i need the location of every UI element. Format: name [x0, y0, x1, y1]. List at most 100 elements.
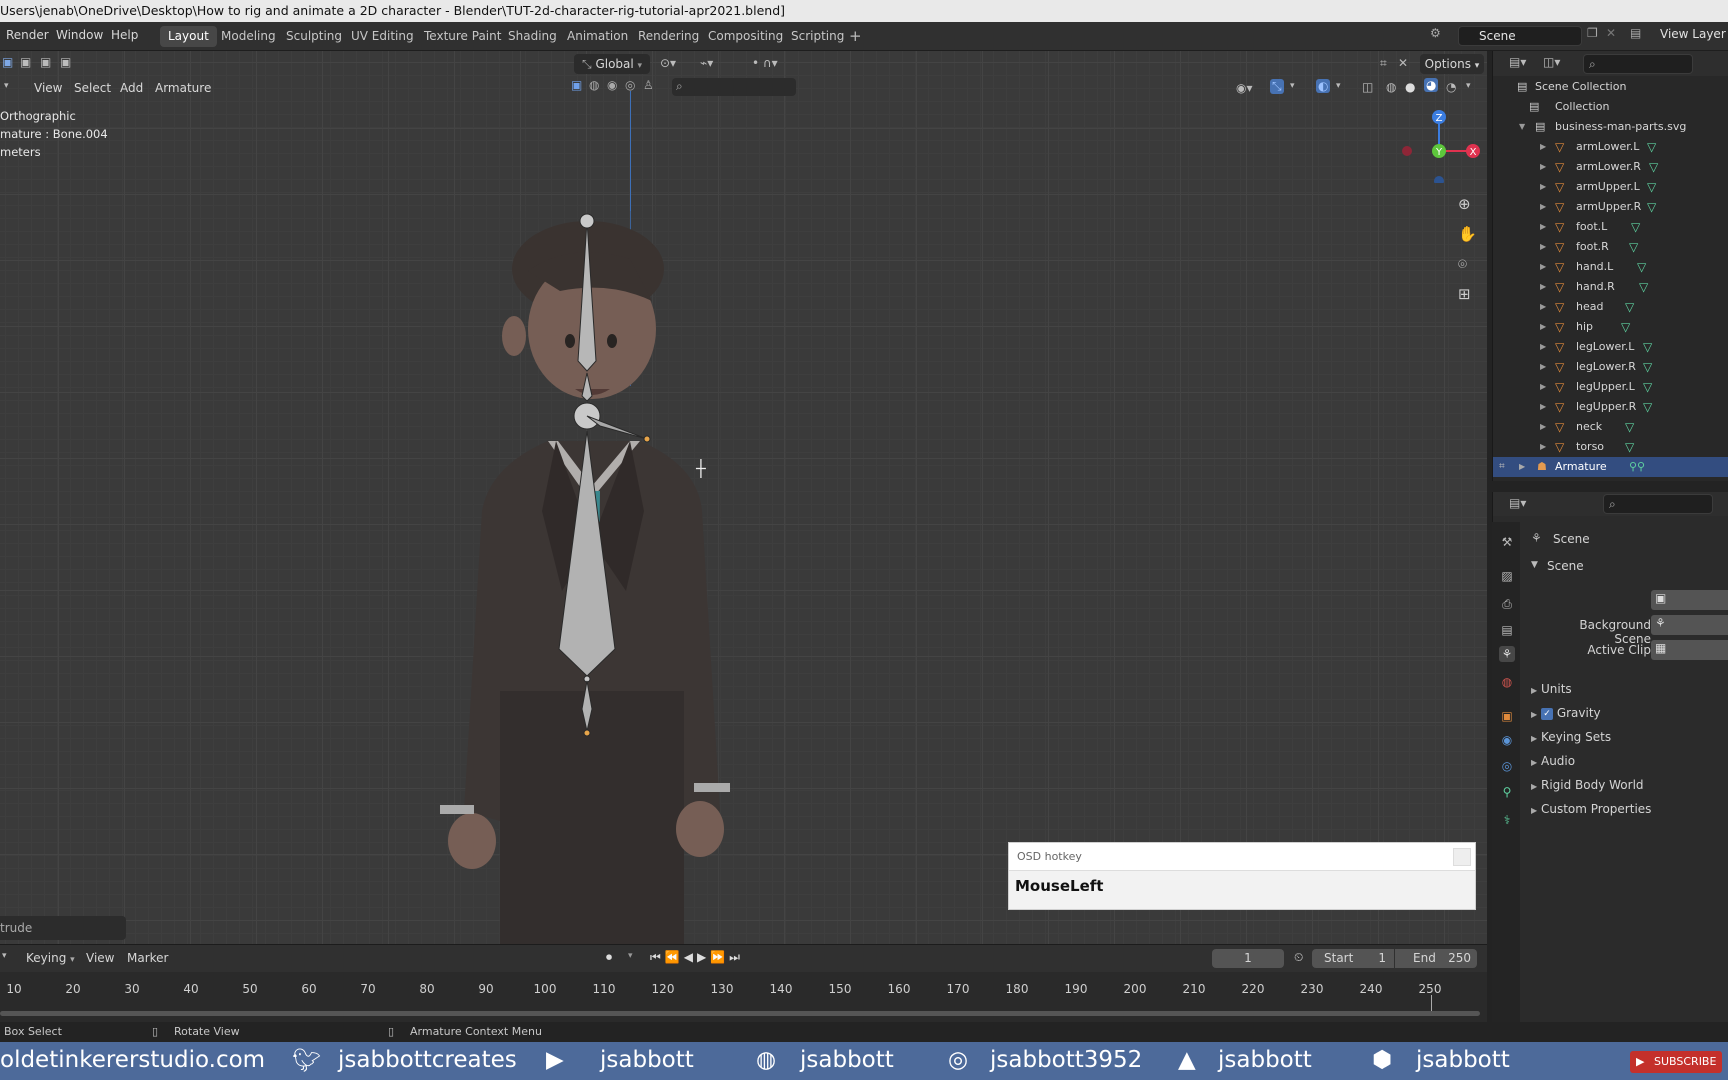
output-tab-icon[interactable]: ⎙: [1499, 596, 1515, 612]
outliner-scene-collection[interactable]: ▤ Scene Collection: [1493, 77, 1728, 97]
expand-icon[interactable]: ▶: [1540, 297, 1546, 317]
properties-editor[interactable]: ▤▾ ⌕ ⚘ Scene ▼ Scene Camera ▣ Background…: [1492, 492, 1728, 1022]
navigation-gizmo[interactable]: Z X Y: [1395, 103, 1485, 183]
frame-ruler[interactable]: 10 20 30 40 50 60 70 80 90 100 110 120 130 140 150 160 1…: [0, 945, 1487, 1005]
menu-window[interactable]: Window: [56, 28, 103, 42]
camera-field[interactable]: ▣: [1651, 590, 1728, 610]
visibility-icon[interactable]: ◉▾: [1236, 81, 1253, 95]
view-layer-label[interactable]: View Layer: [1660, 27, 1726, 41]
outliner-svg-collection[interactable]: ▼ ▤ business-man-parts.svg: [1493, 117, 1728, 137]
object-tab-icon[interactable]: ▣: [1499, 708, 1515, 724]
panel-gravity[interactable]: ▶ ✓ Gravity: [1531, 706, 1601, 720]
panel-keying-sets[interactable]: ▶ Keying Sets: [1531, 730, 1611, 744]
expand-icon[interactable]: ▶: [1540, 137, 1546, 157]
menu-view[interactable]: View: [34, 81, 62, 95]
panel-rigid-body-world[interactable]: ▶ Rigid Body World: [1531, 778, 1644, 792]
outliner-item-head[interactable]: ▶ ▽ head ▽: [1493, 297, 1728, 317]
last-operator-panel[interactable]: trude: [0, 916, 126, 940]
new-scene-icon[interactable]: ❐: [1587, 26, 1598, 40]
menu-select[interactable]: Select: [74, 81, 111, 95]
bone-joint[interactable]: [579, 213, 595, 229]
editor-type-icon[interactable]: ▤▾: [1509, 496, 1526, 510]
outliner-item-neck[interactable]: ▶ ▽ neck ▽: [1493, 417, 1728, 437]
timeline-scrollbar[interactable]: [0, 1011, 1480, 1016]
proportional-edit-icon[interactable]: • ∩▾: [752, 56, 778, 70]
select-mode-buttons[interactable]: ▣ ▣ ▣ ▣: [0, 55, 90, 73]
menu-render[interactable]: Render: [6, 28, 49, 42]
bone-active[interactable]: [586, 415, 648, 440]
expand-icon[interactable]: ▶: [1540, 177, 1546, 197]
artstation-handle[interactable]: jsabbott: [1218, 1047, 1312, 1073]
view-layer-icon[interactable]: ▤: [1630, 26, 1641, 40]
shading-solid-icon[interactable]: ●: [1405, 80, 1415, 94]
tab-scripting[interactable]: Scripting: [783, 26, 852, 47]
background-scene-field[interactable]: ⚘: [1651, 615, 1728, 635]
select-extend-icon[interactable]: ▣: [20, 55, 31, 69]
add-workspace-icon[interactable]: +: [849, 27, 862, 45]
panel-units[interactable]: ▶ Units: [1531, 682, 1572, 696]
dribbble-handle[interactable]: jsabbott: [800, 1047, 894, 1073]
shading-rendered-icon[interactable]: ◔: [1446, 80, 1456, 94]
panel-custom-properties[interactable]: ▶ Custom Properties: [1531, 802, 1651, 816]
tab-texture-paint[interactable]: Texture Paint: [416, 26, 509, 47]
filter-sphere-icon[interactable]: ◍: [589, 78, 599, 92]
expand-icon[interactable]: ▶: [1540, 257, 1546, 277]
properties-search[interactable]: ⌕: [1603, 494, 1713, 514]
overlay-filter-buttons[interactable]: ▣ ◍ ◉ ◎ ♙: [571, 78, 667, 96]
chevron-down-icon[interactable]: ▾: [1290, 81, 1295, 91]
shading-wireframe-icon[interactable]: ◍: [1386, 80, 1396, 94]
chevron-down-icon[interactable]: ▼: [1531, 560, 1538, 570]
expand-icon[interactable]: ▶: [1540, 237, 1546, 257]
chevron-down-icon[interactable]: ▾: [4, 81, 9, 91]
camera-icon[interactable]: ⌾: [1458, 255, 1467, 273]
zoom-icon[interactable]: ⊕: [1458, 195, 1471, 213]
expand-icon[interactable]: ▶: [1540, 397, 1546, 417]
modifier-tab-icon[interactable]: ◉: [1499, 732, 1515, 748]
chevron-down-icon[interactable]: ▾: [1466, 81, 1471, 91]
pivot-point-icon[interactable]: ⊙▾: [660, 56, 676, 70]
select-intersect-icon[interactable]: ▣: [60, 55, 71, 69]
outliner-item-armupper-l[interactable]: ▶ ▽ armUpper.L ▽: [1493, 177, 1728, 197]
bone-tip[interactable]: [583, 729, 591, 737]
expand-icon[interactable]: ▶: [1540, 217, 1546, 237]
tab-shading[interactable]: Shading: [500, 26, 565, 47]
tab-sculpting[interactable]: Sculpting: [278, 26, 350, 47]
delete-scene-icon[interactable]: ✕: [1606, 26, 1616, 40]
expand-icon[interactable]: ▶: [1540, 317, 1546, 337]
tab-animation[interactable]: Animation: [559, 26, 636, 47]
tool-tab-icon[interactable]: ⚒: [1499, 534, 1515, 550]
outliner-item-legupper-r[interactable]: ▶ ▽ legUpper.R ▽: [1493, 397, 1728, 417]
timeline[interactable]: ▾ Keying ▾ View Marker ⏺ ▾ ⏮⏪◀▶⏩⏭ 1 ⏲ St…: [0, 944, 1487, 1022]
scene-panel-title[interactable]: Scene: [1547, 559, 1584, 573]
expand-icon[interactable]: ▶: [1540, 337, 1546, 357]
shading-material-icon[interactable]: ◕: [1424, 78, 1439, 92]
tab-compositing[interactable]: Compositing: [700, 26, 791, 47]
world-tab-icon[interactable]: ◍: [1499, 674, 1515, 690]
outliner-item-hip[interactable]: ▶ ▽ hip ▽: [1493, 317, 1728, 337]
scene-selector-icon[interactable]: ⚙: [1430, 26, 1441, 40]
render-tab-icon[interactable]: ▨: [1499, 568, 1515, 584]
subscribe-button[interactable]: ▶ SUBSCRIBE: [1630, 1051, 1722, 1073]
expand-icon[interactable]: ▶: [1540, 437, 1546, 457]
osd-close-icon[interactable]: [1453, 848, 1471, 866]
outliner-item-hand-r[interactable]: ▶ ▽ hand.R ▽: [1493, 277, 1728, 297]
expand-icon[interactable]: ▶: [1540, 277, 1546, 297]
bone-tip[interactable]: [643, 435, 651, 443]
outliner[interactable]: ▤▾ ◫▾ ⌕ ▤ Scene Collection ▤ Collection ▼ ▤…: [1492, 51, 1728, 481]
outliner-collection[interactable]: ▤ Collection: [1493, 97, 1728, 117]
outliner-item-foot-l[interactable]: ▶ ▽ foot.L ▽: [1493, 217, 1728, 237]
bone-tab-icon[interactable]: ⚕: [1499, 812, 1515, 828]
tab-modeling[interactable]: Modeling: [213, 26, 284, 47]
tab-rendering[interactable]: Rendering: [630, 26, 707, 47]
twitter-handle[interactable]: jsabbottcreates: [338, 1047, 517, 1073]
physics-tab-icon[interactable]: ◎: [1499, 758, 1515, 774]
close-icon[interactable]: ✕: [1398, 56, 1408, 70]
expand-icon[interactable]: ▶: [1540, 157, 1546, 177]
bone-hip[interactable]: [581, 680, 593, 732]
gravity-checkbox[interactable]: ✓: [1540, 707, 1553, 720]
chevron-down-icon[interactable]: ▾: [1336, 81, 1341, 91]
tab-uv-editing[interactable]: UV Editing: [343, 26, 422, 47]
snap-icon[interactable]: ⌁▾: [700, 56, 713, 70]
bone-neck[interactable]: [581, 372, 593, 402]
menu-armature[interactable]: Armature: [155, 81, 211, 95]
